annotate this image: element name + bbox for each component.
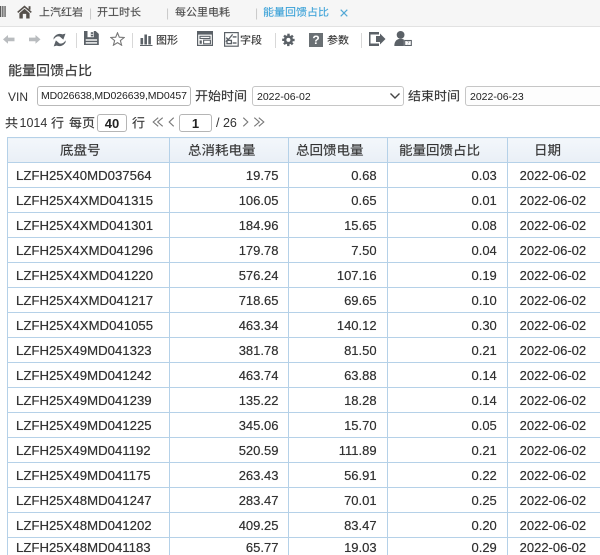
svg-text:?: ?: [407, 41, 410, 46]
